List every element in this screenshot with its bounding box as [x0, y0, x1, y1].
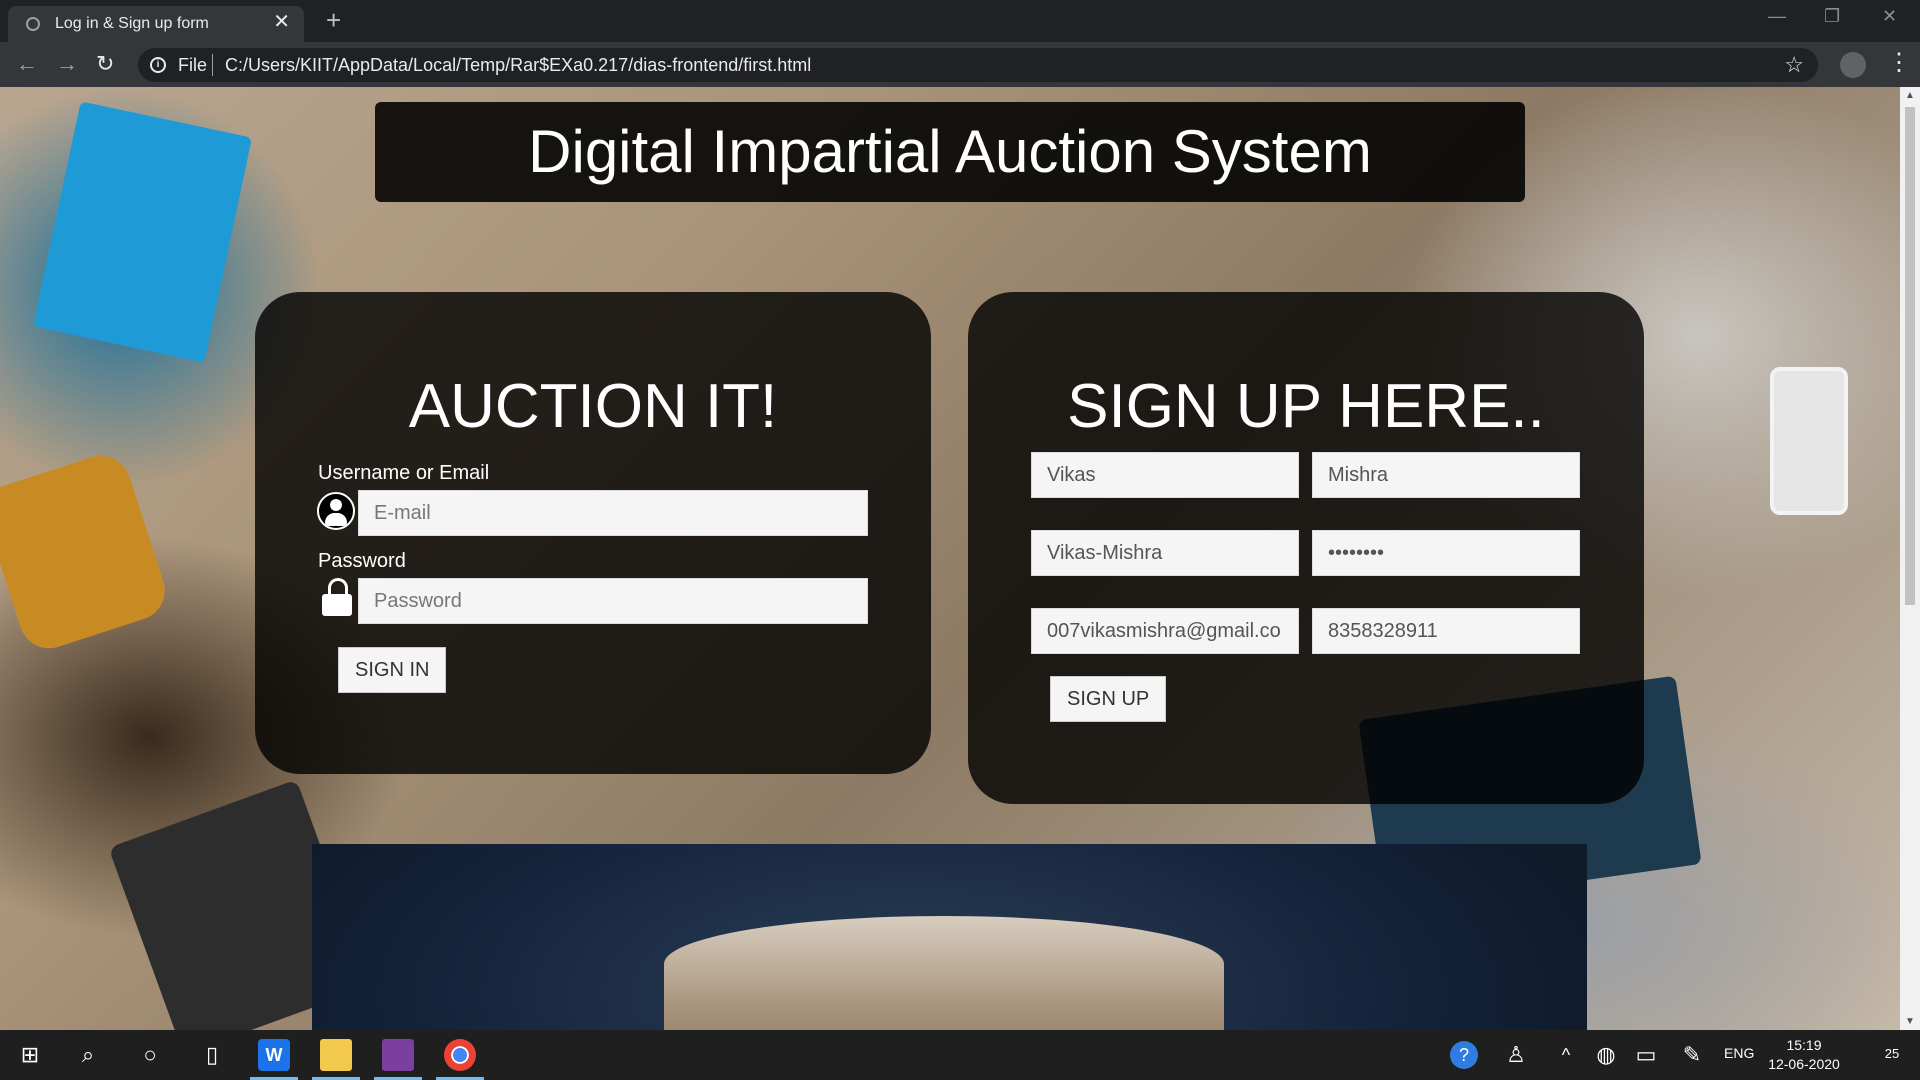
chevron-up-icon[interactable]: ^: [1550, 1039, 1582, 1071]
background-notebook: [33, 101, 252, 363]
battery-icon[interactable]: ▭: [1630, 1039, 1662, 1071]
taskbar: ⊞ ⌕ ○ ▯ W ? ♙ ^ ◍ ▭ ✎ ENG 15:19 12-06-20…: [0, 1030, 1920, 1080]
clock[interactable]: 15:19 12-06-2020: [1768, 1036, 1840, 1074]
notification-icon[interactable]: 25: [1877, 1039, 1907, 1069]
extension-icon[interactable]: [1840, 52, 1866, 78]
minimize-icon[interactable]: —: [1768, 6, 1786, 27]
password-label: Password: [318, 550, 406, 572]
url-text[interactable]: C:/Users/KIIT/AppData/Local/Temp/Rar$EXa…: [225, 55, 811, 76]
signup-email-input[interactable]: [1031, 608, 1299, 654]
people-icon[interactable]: ♙: [1500, 1039, 1532, 1071]
signup-panel: SIGN UP HERE.. SIGN UP: [968, 292, 1644, 804]
phone-input[interactable]: [1312, 608, 1580, 654]
url-scheme: File: [178, 55, 208, 75]
page-scrollbar[interactable]: ▲ ▼: [1900, 87, 1920, 1030]
scrollbar-thumb[interactable]: [1905, 107, 1915, 605]
scroll-down-icon[interactable]: ▼: [1905, 1016, 1915, 1027]
url-divider: [212, 54, 213, 76]
user-icon: [317, 492, 355, 530]
page-title: Digital Impartial Auction System: [528, 118, 1372, 185]
file-explorer-icon[interactable]: [320, 1039, 352, 1071]
new-tab-button[interactable]: +: [326, 6, 341, 34]
pen-icon[interactable]: ✎: [1676, 1039, 1708, 1071]
task-view-icon[interactable]: ▯: [196, 1039, 228, 1071]
bookmark-star-icon[interactable]: ☆: [1784, 52, 1804, 78]
address-bar[interactable]: i File C:/Users/KIIT/AppData/Local/Temp/…: [138, 48, 1818, 82]
restore-icon[interactable]: ❐: [1824, 6, 1840, 27]
windows-start-icon[interactable]: ⊞: [14, 1039, 46, 1071]
last-name-input[interactable]: [1312, 452, 1580, 498]
lock-icon: [322, 578, 352, 618]
sign-up-button[interactable]: SIGN UP: [1050, 676, 1167, 722]
tab-close-icon[interactable]: ✕: [273, 12, 290, 32]
back-icon[interactable]: ←: [16, 51, 38, 77]
background-bag: [0, 447, 173, 657]
sign-in-button[interactable]: SIGN IN: [338, 647, 447, 693]
password-input[interactable]: [358, 578, 868, 624]
site-header: Digital Impartial Auction System: [375, 102, 1525, 202]
login-panel: AUCTION IT! Username or Email Password S…: [255, 292, 931, 774]
signup-title: SIGN UP HERE..: [1067, 372, 1545, 441]
browser-menu-icon[interactable]: ⋮: [1887, 48, 1911, 78]
language-indicator[interactable]: ENG: [1724, 1045, 1754, 1061]
scroll-up-icon[interactable]: ▲: [1905, 90, 1915, 101]
clock-time: 15:19: [1786, 1037, 1822, 1053]
info-icon[interactable]: i: [150, 57, 166, 73]
browser-tab[interactable]: Log in & Sign up form ✕: [8, 6, 304, 42]
search-icon[interactable]: ⌕: [72, 1039, 104, 1071]
browser-tab-bar: Log in & Sign up form ✕ + — ❐ ✕: [0, 0, 1920, 42]
chrome-icon[interactable]: [444, 1039, 476, 1071]
tab-title: Log in & Sign up form: [55, 15, 209, 32]
forward-icon[interactable]: →: [56, 51, 78, 77]
window-close-icon[interactable]: ✕: [1882, 6, 1897, 27]
network-globe-icon[interactable]: ◍: [1590, 1039, 1622, 1071]
help-icon[interactable]: ?: [1450, 1041, 1478, 1069]
reload-icon[interactable]: ↻: [96, 51, 114, 77]
auction-item-image: [312, 844, 1587, 1030]
notification-count: 25: [1884, 1046, 1900, 1061]
browser-toolbar: ← → ↻ i File C:/Users/KIIT/AppData/Local…: [0, 42, 1920, 87]
globe-icon: [26, 17, 40, 31]
email-input[interactable]: [358, 490, 868, 536]
username-label: Username or Email: [318, 462, 490, 484]
clay-pot-image: [664, 916, 1224, 1030]
login-title: AUCTION IT!: [408, 372, 778, 441]
signup-password-input[interactable]: [1312, 530, 1580, 576]
word-icon[interactable]: W: [258, 1039, 290, 1071]
first-name-input[interactable]: [1031, 452, 1299, 498]
username-input[interactable]: [1031, 530, 1299, 576]
background-phone: [1770, 367, 1848, 515]
winrar-icon[interactable]: [382, 1039, 414, 1071]
page-viewport: Digital Impartial Auction System AUCTION…: [0, 87, 1900, 1030]
cortana-icon[interactable]: ○: [134, 1039, 166, 1071]
clock-date: 12-06-2020: [1768, 1056, 1840, 1072]
